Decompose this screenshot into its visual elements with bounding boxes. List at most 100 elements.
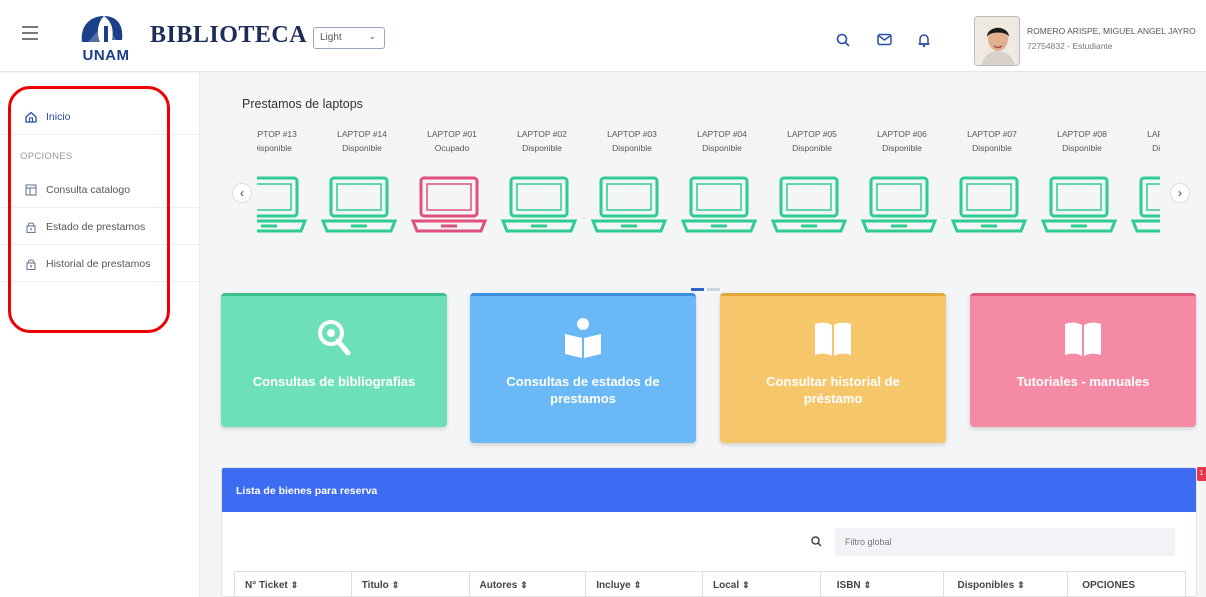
laptop-state: Disponible [522, 143, 562, 153]
table-header: N° Ticket ⇕ Titulo ⇕ Autores ⇕ Incluye ⇕ Loc… [234, 571, 1186, 596]
top-bar: UNAM BIBLIOTECA Light ⌄ ROMERO ARISPE, M… [0, 0, 1206, 72]
sidebar-item-label: Inicio [46, 110, 71, 123]
column-header[interactable]: Autores ⇕ [470, 572, 587, 596]
laptop-item[interactable]: LAPTOP #13 Disponible [257, 120, 317, 260]
laptop-name: LAPTOP #13 [257, 129, 297, 139]
column-label: N° Ticket [245, 580, 288, 591]
laptop-state: Disponible [702, 143, 742, 153]
column-header: OPCIONES [1068, 572, 1185, 596]
sidebar-item-historial-prestamos[interactable]: Historial de prestamos [0, 246, 200, 282]
filter-input[interactable] [835, 528, 1175, 556]
laptop-icon [257, 176, 308, 233]
card-label: Consultas de bibliografias [252, 374, 416, 389]
laptop-icon [410, 176, 488, 233]
card-tutoriales[interactable]: Tutoriales - manuales [970, 293, 1196, 427]
laptop-icon [950, 176, 1028, 233]
laptop-item[interactable]: LAPTOP #14 Disponible [317, 120, 407, 260]
carousel-next-button[interactable]: › [1170, 183, 1190, 203]
laptop-icon [770, 176, 848, 233]
laptop-icon [1130, 176, 1160, 233]
laptop-state: Disponible [882, 143, 922, 153]
avatar[interactable] [974, 16, 1020, 66]
sort-icon: ⇕ [742, 580, 750, 590]
laptop-name: LAPTOP #07 [967, 129, 1017, 139]
card-estados-prestamos[interactable]: Consultas de estados de prestamos [470, 293, 696, 443]
sort-icon: ⇕ [633, 580, 642, 590]
carousel-prev-button[interactable]: ‹ [232, 183, 252, 203]
carousel-dot[interactable] [691, 288, 704, 291]
book-icon [970, 316, 1196, 360]
laptop-item[interactable]: LAPTOP #06 Disponible [857, 120, 947, 260]
laptop-name: LAPTOP #09 [1147, 129, 1160, 139]
laptop-item[interactable]: LAPTOP #05 Disponible [767, 120, 857, 260]
sidebar-item-label: Consulta catalogo [46, 183, 131, 196]
brand-title: BIBLIOTECA [150, 22, 308, 48]
column-label: Local [713, 580, 740, 591]
laptop-state: Disponible [972, 143, 1012, 153]
laptop-name: LAPTOP #03 [607, 129, 657, 139]
chevron-down-icon: ⌄ [368, 31, 376, 41]
logo-text: UNAM [82, 47, 130, 64]
carousel-track: LAPTOP #13 Disponible LAPTOP #14 Disponible… [257, 120, 1160, 260]
book-icon [720, 316, 946, 360]
laptop-icon [500, 176, 578, 233]
column-label: Incluye [596, 580, 631, 591]
sidebar-item-inicio[interactable]: Inicio [0, 99, 200, 135]
laptop-carousel: LAPTOP #13 Disponible LAPTOP #14 Disponible… [232, 120, 1195, 280]
theme-select[interactable]: Light ⌄ [313, 27, 385, 49]
column-header[interactable]: Incluye ⇕ [586, 572, 703, 596]
sidebar-item-estado-prestamos[interactable]: Estado de prestamos [0, 209, 200, 245]
unam-logo: UNAM [74, 12, 138, 64]
sidebar-item-label: Historial de prestamos [46, 257, 151, 270]
sort-icon: ⇕ [520, 580, 528, 590]
carousel-indicators [691, 278, 723, 296]
bell-icon[interactable] [916, 33, 932, 49]
laptop-item[interactable]: LAPTOP #04 Disponible [677, 120, 767, 260]
sidebar: Inicio OPCIONES Consulta catalogo Estado… [0, 73, 200, 597]
menu-icon[interactable] [22, 26, 38, 40]
column-label: ISBN [836, 580, 861, 591]
laptop-icon [1040, 176, 1118, 233]
laptop-item[interactable]: LAPTOP #03 Disponible [587, 120, 677, 260]
laptop-state: Disponible [1152, 143, 1160, 153]
column-label: Disponibles [957, 580, 1015, 591]
column-header[interactable]: Disponibles ⇕ [944, 572, 1069, 596]
catalog-icon [25, 183, 37, 196]
laptop-name: LAPTOP #01 [427, 129, 477, 139]
card-label: Tutoriales - manuales [1016, 374, 1150, 389]
user-name: ROMERO ARISPE, MIGUEL ANGEL JAYRO [1027, 26, 1196, 36]
search-icon [811, 536, 822, 550]
column-header[interactable]: N° Ticket ⇕ [235, 572, 352, 596]
laptop-item[interactable]: LAPTOP #09 Disponible [1127, 120, 1160, 260]
carousel-dot[interactable] [707, 288, 720, 291]
laptop-item[interactable]: LAPTOP #02 Disponible [497, 120, 587, 260]
laptop-state: Ocupado [434, 143, 470, 153]
lock-icon [25, 258, 37, 270]
column-header[interactable]: Titulo ⇕ [352, 572, 470, 596]
column-header[interactable]: ISBN ⇕ [821, 572, 944, 596]
column-label: OPCIONES [1082, 580, 1136, 591]
theme-value: Light [320, 32, 342, 43]
card-bibliografias[interactable]: Consultas de bibliografias [221, 293, 447, 427]
search-icon[interactable] [835, 33, 851, 49]
mail-icon[interactable] [876, 33, 892, 49]
sidebar-item-label: Estado de prestamos [46, 220, 146, 233]
lock-icon [25, 221, 37, 233]
home-icon [25, 111, 37, 123]
column-label: Titulo [361, 580, 389, 591]
laptop-item[interactable]: LAPTOP #08 Disponible [1037, 120, 1127, 260]
laptop-name: LAPTOP #08 [1057, 129, 1107, 139]
sidebar-item-consulta-catalogo[interactable]: Consulta catalogo [0, 172, 200, 208]
column-label: Autores [479, 580, 518, 591]
logo-emblem [81, 16, 123, 42]
laptop-item[interactable]: LAPTOP #07 Disponible [947, 120, 1037, 260]
card-historial-prestamo[interactable]: Consultar historial de préstamo [720, 293, 946, 443]
column-header[interactable]: Local ⇕ [703, 572, 821, 596]
sort-icon: ⇕ [290, 580, 299, 590]
sidebar-section-title: OPCIONES [20, 151, 73, 162]
notification-badge: 1 [1197, 467, 1206, 481]
laptop-name: LAPTOP #05 [787, 129, 837, 139]
laptop-item[interactable]: LAPTOP #01 Ocupado [407, 120, 497, 260]
reservas-panel: Lista de bienes para reserva N° Ticket⇕ … [221, 467, 1197, 597]
laptop-name: LAPTOP #14 [337, 129, 387, 139]
